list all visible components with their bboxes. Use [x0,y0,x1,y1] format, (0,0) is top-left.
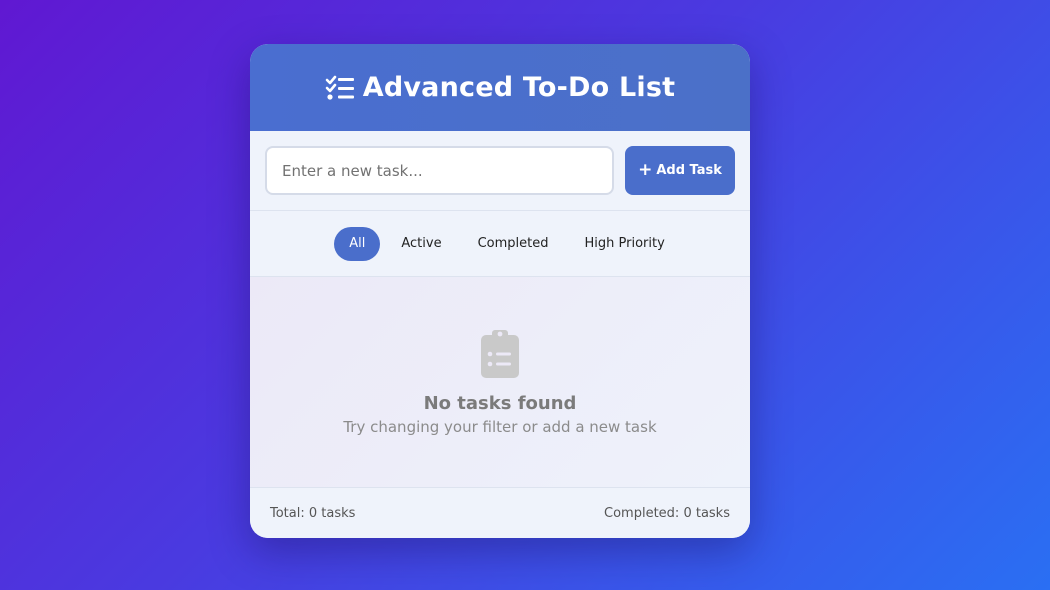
list-check-icon [325,75,354,100]
new-task-input[interactable] [265,146,614,195]
clipboard-list-icon [481,330,519,378]
todo-card: Advanced To-Do List + Add Task All Activ… [250,44,750,538]
filter-completed[interactable]: Completed [463,227,564,261]
header-title-group: Advanced To-Do List [325,72,676,103]
filter-bar: All Active Completed High Priority [250,211,750,277]
add-task-button[interactable]: + Add Task [625,146,735,195]
task-footer: Total: 0 tasks Completed: 0 tasks [250,488,750,538]
new-task-row: + Add Task [250,131,750,211]
plus-icon: + [638,160,653,180]
empty-state-subtitle: Try changing your filter or add a new ta… [343,418,657,436]
app-header: Advanced To-Do List [250,44,750,131]
empty-state-title: No tasks found [423,393,577,414]
completed-count: Completed: 0 tasks [604,505,730,521]
empty-state: No tasks found Try changing your filter … [250,277,750,488]
filter-high-priority[interactable]: High Priority [569,227,679,261]
filter-active[interactable]: Active [386,227,456,261]
filter-all[interactable]: All [334,226,381,261]
page-title: Advanced To-Do List [362,72,676,103]
add-task-label: Add Task [656,163,722,178]
total-count: Total: 0 tasks [270,505,356,521]
